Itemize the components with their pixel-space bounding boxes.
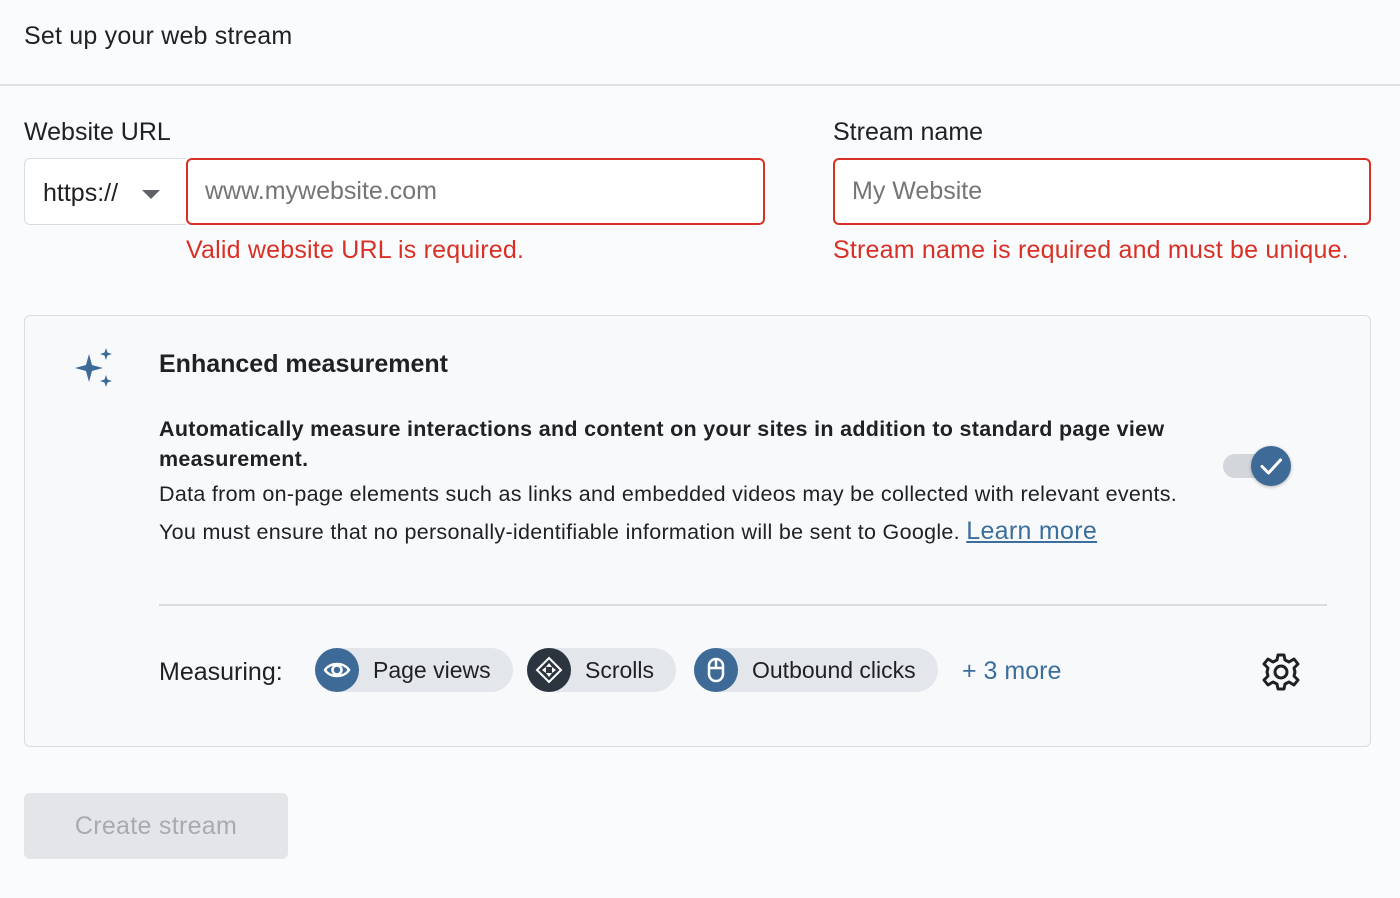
scroll-arrows-icon <box>527 648 571 692</box>
protocol-value: https:// <box>43 179 119 207</box>
gear-icon[interactable] <box>1261 652 1301 692</box>
chip-label: Scrolls <box>585 656 655 683</box>
chip-label: Outbound clicks <box>752 656 916 683</box>
sparkle-icon <box>75 348 112 387</box>
enhanced-measurement-description: Data from on-page elements such as links… <box>159 476 1179 551</box>
measuring-label: Measuring: <box>159 658 283 686</box>
stream-name-input[interactable] <box>835 160 1369 223</box>
page-title: Set up your web stream <box>24 22 293 50</box>
mouse-icon <box>694 648 738 692</box>
check-icon <box>1260 458 1282 475</box>
website-url-error: Valid website URL is required. <box>186 236 525 264</box>
website-url-label: Website URL <box>24 118 171 146</box>
stream-name-label: Stream name <box>833 118 984 146</box>
website-url-field[interactable] <box>186 158 765 225</box>
enhanced-measurement-summary: Automatically measure interactions and c… <box>159 417 1165 471</box>
protocol-select[interactable]: https:// <box>24 158 186 225</box>
stream-name-error: Stream name is required and must be uniq… <box>833 236 1349 264</box>
divider <box>159 604 1327 606</box>
show-more-link[interactable]: + 3 more <box>962 657 1061 686</box>
stream-name-field[interactable] <box>833 158 1371 225</box>
chevron-down-icon <box>142 190 160 199</box>
chip-scrolls: Scrolls <box>527 648 677 692</box>
enhanced-measurement-title: Enhanced measurement <box>159 350 448 378</box>
enhanced-measurement-card: Enhanced measurement Automatically measu… <box>24 315 1371 747</box>
chip-page-views: Page views <box>315 648 513 692</box>
eye-icon <box>315 648 359 692</box>
learn-more-link[interactable]: Learn more <box>966 517 1097 545</box>
toggle-knob <box>1251 446 1291 486</box>
chip-label: Page views <box>373 656 491 683</box>
website-url-input[interactable] <box>188 160 763 223</box>
chip-outbound-clicks: Outbound clicks <box>694 648 938 692</box>
enhanced-measurement-toggle[interactable] <box>1223 446 1293 486</box>
page-header: Set up your web stream <box>0 0 1400 86</box>
create-stream-button[interactable]: Create stream <box>24 793 288 859</box>
